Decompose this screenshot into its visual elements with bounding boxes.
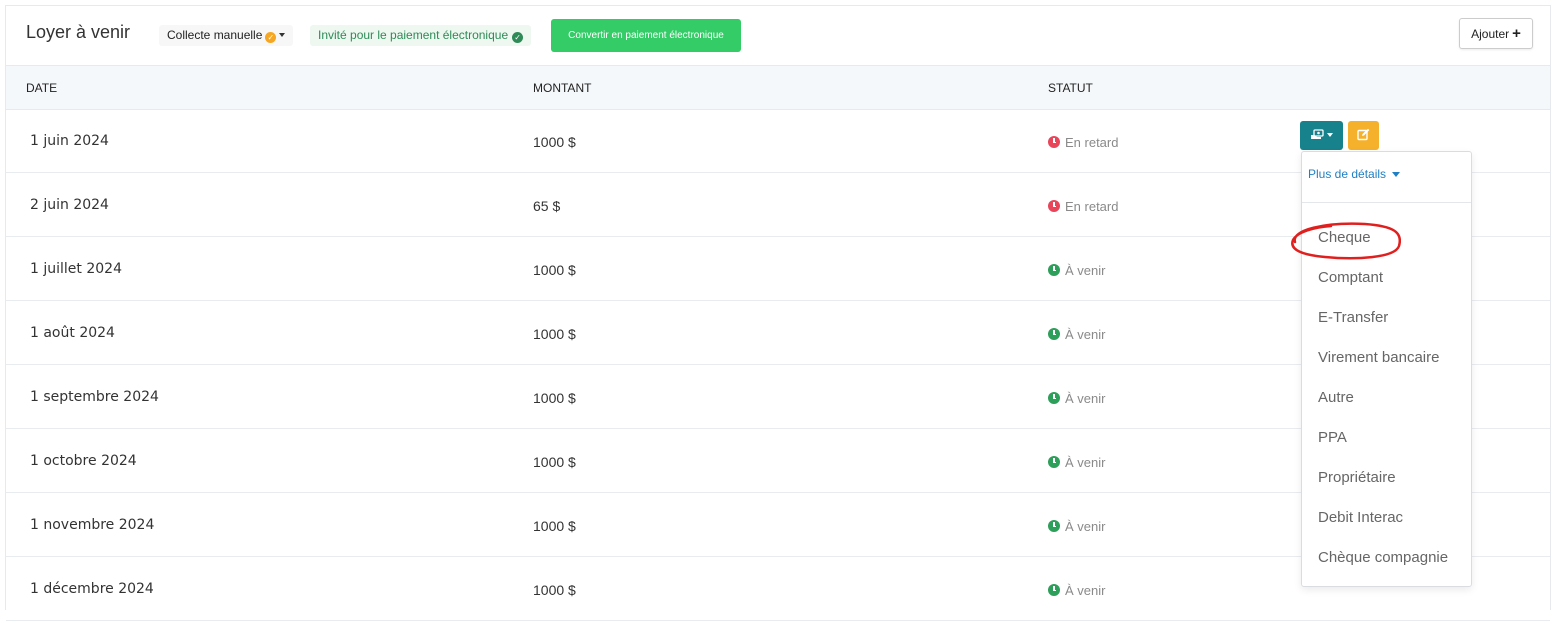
column-header-amount: MONTANT [533, 81, 592, 95]
row-status: À venir [1048, 519, 1105, 534]
clock-icon [1048, 200, 1060, 212]
clock-icon [1048, 328, 1060, 340]
row-status: À venir [1048, 327, 1105, 342]
card-header: Loyer à venir Collecte manuelle ✓ Invité … [6, 6, 1550, 65]
edit-icon [1357, 128, 1370, 141]
row-amount: 1000 $ [533, 262, 576, 278]
clock-icon [1048, 392, 1060, 404]
convert-electronic-button[interactable]: Convertir en paiement électronique [551, 19, 741, 52]
plus-icon: + [1512, 25, 1521, 42]
menu-item[interactable]: E-Transfer [1318, 309, 1388, 326]
menu-item[interactable]: Comptant [1318, 269, 1383, 286]
menu-item[interactable]: Propriétaire [1318, 469, 1396, 486]
row-status-label: À venir [1065, 583, 1106, 598]
row-status-label: À venir [1065, 455, 1106, 470]
clock-icon [1048, 136, 1060, 148]
money-hand-icon [1311, 129, 1324, 139]
clock-icon [1048, 264, 1060, 276]
row-amount: 1000 $ [533, 454, 576, 470]
row-status-label: À venir [1065, 391, 1106, 406]
payment-method-menu: Plus de détails Cheque Comptant E-Transfer… [1301, 151, 1472, 587]
collect-mode-label: Collecte manuelle [167, 28, 263, 42]
more-details-label: Plus de détails [1308, 167, 1387, 181]
page-title: Loyer à venir [26, 22, 131, 42]
menu-divider [1302, 202, 1471, 203]
row-amount: 1000 $ [533, 390, 576, 406]
menu-item[interactable]: Chèque compagnie [1318, 549, 1448, 566]
menu-item[interactable]: Cheque [1318, 229, 1371, 246]
row-date: 1 novembre 2024 [30, 517, 155, 533]
clock-icon [1048, 520, 1060, 532]
chevron-down-icon [1392, 172, 1401, 177]
row-amount: 1000 $ [533, 518, 576, 534]
edit-button[interactable] [1348, 121, 1379, 150]
row-status: À venir [1048, 583, 1105, 598]
invited-status-label: Invité pour le paiement électronique [318, 28, 509, 42]
row-date: 2 juin 2024 [30, 197, 109, 213]
row-amount: 65 $ [533, 198, 561, 214]
row-status-label: En retard [1065, 135, 1119, 150]
chevron-down-icon [279, 33, 286, 37]
menu-item[interactable]: Virement bancaire [1318, 349, 1439, 366]
row-status-label: En retard [1065, 199, 1119, 214]
menu-item[interactable]: PPA [1318, 429, 1347, 446]
row-date: 1 août 2024 [30, 325, 115, 341]
row-date: 1 décembre 2024 [30, 581, 154, 597]
column-header-date: DATE [26, 81, 58, 95]
row-status: En retard [1048, 135, 1118, 150]
add-button[interactable]: Ajouter + [1459, 18, 1533, 49]
column-header-status: STATUT [1048, 81, 1093, 95]
add-button-label: Ajouter [1471, 27, 1510, 41]
row-status-label: À venir [1065, 327, 1106, 342]
clock-icon [1048, 456, 1060, 468]
row-status-label: À venir [1065, 519, 1106, 534]
collect-mode-dropdown[interactable]: Collecte manuelle ✓ [159, 25, 294, 46]
row-date: 1 octobre 2024 [30, 453, 137, 469]
table-header: DATE MONTANT STATUT [6, 65, 1550, 110]
row-date: 1 juillet 2024 [30, 261, 122, 277]
check-circle-icon: ✓ [512, 32, 524, 43]
record-payment-button[interactable] [1300, 121, 1343, 150]
row-status: À venir [1048, 391, 1105, 406]
row-amount: 1000 $ [533, 326, 576, 342]
row-date: 1 juin 2024 [30, 133, 109, 149]
row-amount: 1000 $ [533, 134, 576, 150]
menu-item[interactable]: Debit Interac [1318, 509, 1403, 526]
row-status: À venir [1048, 263, 1105, 278]
row-status: En retard [1048, 199, 1118, 214]
row-date: 1 septembre 2024 [30, 389, 159, 405]
check-circle-icon: ✓ [265, 32, 277, 43]
invited-status-badge: Invité pour le paiement électronique ✓ [310, 25, 532, 46]
row-status-label: À venir [1065, 263, 1106, 278]
chevron-down-icon [1327, 133, 1333, 137]
clock-icon [1048, 584, 1060, 596]
more-details-link[interactable]: Plus de détails [1308, 167, 1401, 181]
menu-item[interactable]: Autre [1318, 389, 1354, 406]
row-status: À venir [1048, 455, 1105, 470]
row-amount: 1000 $ [533, 582, 576, 598]
